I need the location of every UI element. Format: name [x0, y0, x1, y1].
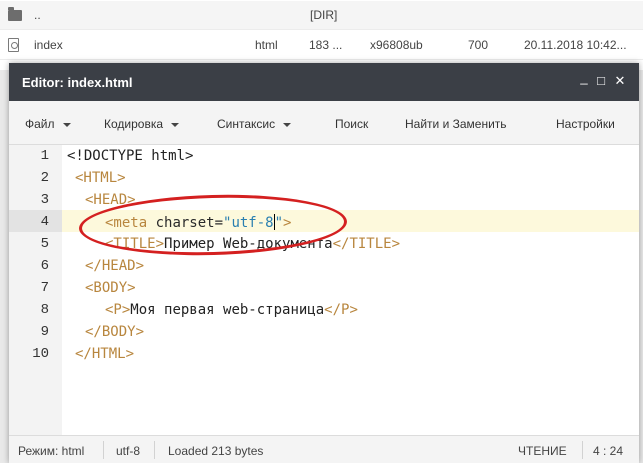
file-icon	[8, 38, 19, 52]
menu-syntax-label: Синтаксис	[217, 117, 276, 131]
status-divider	[582, 441, 583, 459]
code-line-8: <P>Моя первая web-страница</P>	[105, 302, 358, 318]
status-divider	[103, 441, 104, 459]
file-row-index[interactable]: index html 183 ... x96808ub 700 20.11.20…	[0, 31, 643, 60]
code-line-6: </HEAD>	[85, 258, 145, 274]
menu-file[interactable]: Файл	[25, 117, 71, 131]
line-number: 5	[40, 236, 49, 252]
file-name: index	[34, 38, 63, 52]
p-open-tag: <P>	[105, 302, 131, 318]
title-close-tag: </TITLE>	[332, 236, 401, 252]
menu-syntax[interactable]: Синтаксис	[217, 117, 292, 131]
minimize-icon[interactable]: _	[577, 71, 591, 85]
chevron-down-icon	[283, 122, 292, 127]
status-encoding: utf-8	[116, 444, 141, 458]
line-number: 9	[40, 324, 49, 340]
editor-statusbar: Режим: html utf-8 Loaded 213 bytes ЧТЕНИ…	[9, 435, 639, 463]
line-number: 4	[40, 214, 49, 230]
menu-file-label: Файл	[25, 117, 55, 131]
close-icon[interactable]: ✕	[613, 74, 627, 88]
code-line-2: <HTML>	[75, 170, 126, 186]
code-area[interactable]: 1 2 3 4 5 6 7 8 9 10 <!DOCTYPE html> <HT…	[9, 145, 639, 435]
menu-encoding-label: Кодировка	[104, 117, 164, 131]
line-number: 1	[40, 148, 49, 164]
file-owner: x96808ub	[370, 38, 423, 52]
status-mode: Режим: html	[18, 444, 85, 458]
menu-settings[interactable]: Настройки	[556, 117, 615, 131]
editor-titlebar[interactable]: Editor: index.html _ □ ✕	[9, 63, 639, 101]
menu-find-replace[interactable]: Найти и Заменить	[405, 117, 507, 131]
maximize-icon[interactable]: □	[594, 74, 608, 88]
file-permissions: 700	[468, 38, 489, 52]
chevron-down-icon	[62, 122, 71, 127]
editor-window: Editor: index.html _ □ ✕ Файл Кодировка …	[9, 63, 639, 463]
status-loaded: Loaded 213 bytes	[168, 444, 264, 458]
line-number: 7	[40, 280, 49, 296]
status-read-mode: ЧТЕНИЕ	[518, 444, 567, 458]
code-line-10: </HTML>	[75, 346, 135, 362]
chevron-down-icon	[171, 122, 180, 127]
file-name: ..	[34, 8, 41, 22]
file-manager-list: .. [DIR] index html 183 ... x96808ub 700…	[0, 0, 643, 70]
file-size: 183 ...	[309, 38, 343, 52]
editor-title: Editor: index.html	[22, 75, 133, 90]
menu-search[interactable]: Поиск	[335, 117, 368, 131]
code-line-1: <!DOCTYPE html>	[67, 148, 194, 164]
file-type: html	[255, 38, 278, 52]
p-close-tag: </P>	[324, 302, 358, 318]
folder-icon	[8, 7, 22, 21]
file-row-parent-dir[interactable]: .. [DIR]	[0, 1, 643, 30]
file-type: [DIR]	[310, 8, 338, 22]
p-text: Моя первая web-страница	[130, 302, 325, 318]
code-line-7: <BODY>	[85, 280, 136, 296]
menu-encoding[interactable]: Кодировка	[104, 117, 180, 131]
line-number: 6	[40, 258, 49, 274]
code-line-9: </BODY>	[85, 324, 145, 340]
status-cursor-position: 4 : 24	[593, 444, 624, 458]
line-number: 8	[40, 302, 49, 318]
line-number: 10	[32, 346, 49, 362]
status-divider	[154, 441, 155, 459]
editor-menubar: Файл Кодировка Синтаксис Поиск Найти и З…	[9, 101, 639, 145]
line-number: 3	[40, 192, 49, 208]
file-date: 20.11.2018 10:42...	[524, 38, 627, 52]
line-number: 2	[40, 170, 49, 186]
